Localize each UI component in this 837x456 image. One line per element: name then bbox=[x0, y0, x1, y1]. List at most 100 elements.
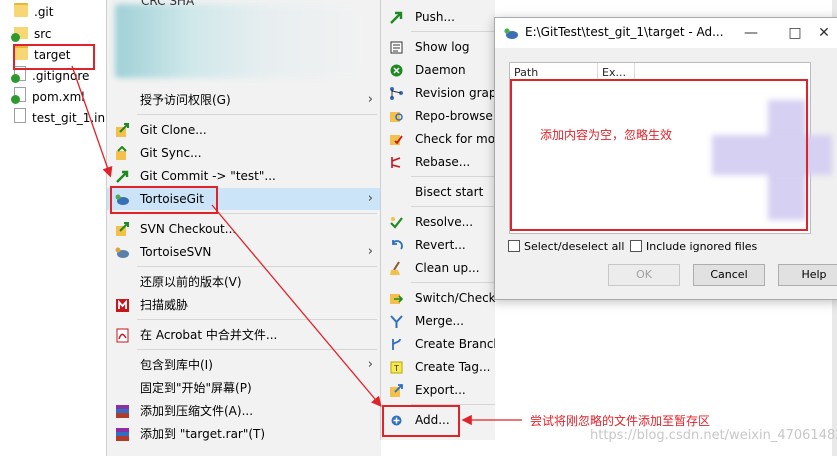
column-header-extension[interactable]: Ex... bbox=[602, 66, 626, 79]
submenu-item-daemon[interactable]: Daemon bbox=[381, 59, 495, 81]
submenu-item-resolve[interactable]: Resolve... bbox=[381, 211, 495, 233]
winrar-icon bbox=[116, 405, 129, 418]
submenu-item-create-branch[interactable]: Create Branch bbox=[381, 333, 495, 355]
cancel-button[interactable]: Cancel bbox=[693, 264, 765, 286]
daemon-icon bbox=[390, 64, 403, 77]
folder-icon bbox=[14, 3, 28, 17]
tortoisegit-icon bbox=[504, 28, 518, 39]
menu-item-scan-threats[interactable]: 扫描威胁 bbox=[107, 294, 381, 316]
menu-separator bbox=[411, 176, 495, 177]
submenu-item-rebase[interactable]: Rebase... bbox=[381, 151, 495, 173]
push-icon bbox=[390, 11, 403, 24]
menu-separator bbox=[137, 349, 377, 350]
file-item-pom[interactable]: pom.xml bbox=[11, 87, 85, 107]
switch-icon bbox=[390, 294, 404, 304]
add-note-annotation: 尝试将刚忽略的文件添加至暂存区 bbox=[530, 414, 711, 428]
minimize-button[interactable]: — bbox=[742, 24, 760, 42]
menu-item-acrobat-merge[interactable]: 在 Acrobat 中合并文件... bbox=[107, 324, 381, 346]
svg-text:T: T bbox=[393, 364, 399, 373]
empty-note-annotation: 添加内容为空，忽略生效 bbox=[540, 128, 673, 142]
merge-icon bbox=[390, 315, 403, 328]
menu-separator bbox=[411, 206, 495, 207]
column-divider bbox=[597, 63, 598, 79]
chevron-right-icon: › bbox=[367, 244, 373, 259]
blurred-region bbox=[115, 4, 365, 78]
menu-separator bbox=[411, 282, 495, 283]
winrar-icon bbox=[116, 428, 129, 441]
column-header-path[interactable]: Path bbox=[514, 66, 538, 79]
file-item-iml[interactable]: test_git_1.in bbox=[14, 108, 105, 128]
target-highlight-box bbox=[13, 44, 95, 70]
submenu-item-switch-checkout[interactable]: Switch/Checko bbox=[381, 287, 495, 309]
svn-checkout-icon bbox=[116, 222, 129, 236]
repo-browser-icon bbox=[390, 112, 403, 122]
file-item-src[interactable]: src bbox=[11, 24, 52, 44]
submenu-item-revert[interactable]: Revert... bbox=[381, 234, 495, 256]
menu-item-grant-access[interactable]: 授予访问权限(G) › bbox=[107, 89, 381, 111]
menu-item-tortoisesvn[interactable]: TortoiseSVN › bbox=[107, 241, 381, 263]
maximize-button[interactable]: □ bbox=[786, 24, 804, 42]
submenu-item-show-log[interactable]: Show log bbox=[381, 36, 495, 58]
tortoisesvn-icon bbox=[115, 247, 129, 258]
chevron-right-icon: › bbox=[367, 191, 373, 206]
menu-separator bbox=[137, 114, 377, 115]
column-divider bbox=[634, 63, 635, 79]
cleanup-icon bbox=[390, 261, 400, 275]
folder-ok-icon bbox=[11, 27, 28, 42]
empty-list-highlight-box bbox=[510, 79, 808, 231]
context-menu: CRC SHA 授予访问权限(G) › Git Clone... Git Syn… bbox=[106, 0, 381, 456]
acrobat-icon bbox=[116, 328, 129, 343]
checkbox-box[interactable] bbox=[508, 240, 520, 252]
dialog-titlebar[interactable]: E:\GitTest\test_git_1\target - Ad... — □… bbox=[495, 18, 837, 48]
submenu-item-repo-browser[interactable]: Repo-browse bbox=[381, 105, 495, 127]
revert-icon bbox=[392, 240, 403, 250]
menu-separator bbox=[411, 31, 495, 32]
revision-graph-icon bbox=[390, 87, 403, 100]
submenu-item-bisect-start[interactable]: Bisect start bbox=[381, 181, 495, 203]
menu-item-pin-start[interactable]: 固定到"开始"屏幕(P) bbox=[107, 377, 381, 399]
rebase-icon bbox=[391, 157, 401, 168]
tortoisegit-submenu: Push... Show log Daemon Revision grap Re… bbox=[380, 0, 495, 440]
chevron-right-icon: › bbox=[367, 92, 373, 107]
menu-separator bbox=[137, 266, 377, 267]
ok-button[interactable]: OK bbox=[608, 264, 680, 286]
include-ignored-checkbox[interactable]: Include ignored files bbox=[630, 240, 757, 253]
select-all-checkbox[interactable]: Select/deselect all bbox=[508, 240, 624, 253]
check-mods-icon bbox=[390, 135, 403, 145]
tortoisegit-highlight-box bbox=[110, 186, 218, 214]
submenu-item-create-tag[interactable]: T Create Tag... bbox=[381, 356, 495, 378]
branch-icon bbox=[392, 338, 401, 350]
dialog-title: E:\GitTest\test_git_1\target - Ad... bbox=[525, 25, 724, 39]
file-icon bbox=[14, 108, 26, 123]
shield-icon bbox=[116, 299, 129, 312]
menu-item-add-target-rar[interactable]: 添加到 "target.rar"(T) bbox=[107, 423, 381, 445]
menu-item-svn-checkout[interactable]: SVN Checkout... bbox=[107, 218, 381, 240]
resolve-icon bbox=[390, 217, 403, 229]
git-sync-icon bbox=[116, 146, 127, 160]
menu-separator bbox=[137, 319, 377, 320]
file-ok-icon bbox=[11, 87, 26, 104]
submenu-item-revision-graph[interactable]: Revision grap bbox=[381, 82, 495, 104]
watermark: https://blog.csdn.net/weixin_47061482 bbox=[590, 428, 837, 443]
menu-item-git-clone[interactable]: Git Clone... bbox=[107, 119, 381, 141]
submenu-item-merge[interactable]: Merge... bbox=[381, 310, 495, 332]
submenu-item-export[interactable]: Export... bbox=[381, 379, 495, 401]
submenu-item-push[interactable]: Push... bbox=[381, 6, 495, 28]
menu-item-git-sync[interactable]: Git Sync... bbox=[107, 142, 381, 164]
help-button[interactable]: Help bbox=[778, 264, 837, 286]
chevron-right-icon: › bbox=[367, 357, 373, 372]
menu-item-restore-versions[interactable]: 还原以前的版本(V) bbox=[107, 271, 381, 293]
blurred-menu-item: CRC SHA bbox=[141, 0, 195, 8]
export-icon bbox=[390, 384, 403, 397]
log-icon bbox=[390, 41, 403, 54]
submenu-item-cleanup[interactable]: Clean up... bbox=[381, 257, 495, 279]
menu-item-add-archive[interactable]: 添加到压缩文件(A)... bbox=[107, 400, 381, 422]
git-commit-icon bbox=[116, 170, 129, 183]
menu-item-git-commit[interactable]: Git Commit -> "test"... bbox=[107, 165, 381, 187]
checkbox-box[interactable] bbox=[630, 240, 642, 252]
menu-item-include-library[interactable]: 包含到库中(I) › bbox=[107, 354, 381, 376]
file-item-git[interactable]: .git bbox=[14, 2, 53, 22]
close-button[interactable]: ✕ bbox=[815, 24, 833, 42]
submenu-item-check-mods[interactable]: Check for mo bbox=[381, 128, 495, 150]
tag-icon: T bbox=[390, 361, 403, 374]
